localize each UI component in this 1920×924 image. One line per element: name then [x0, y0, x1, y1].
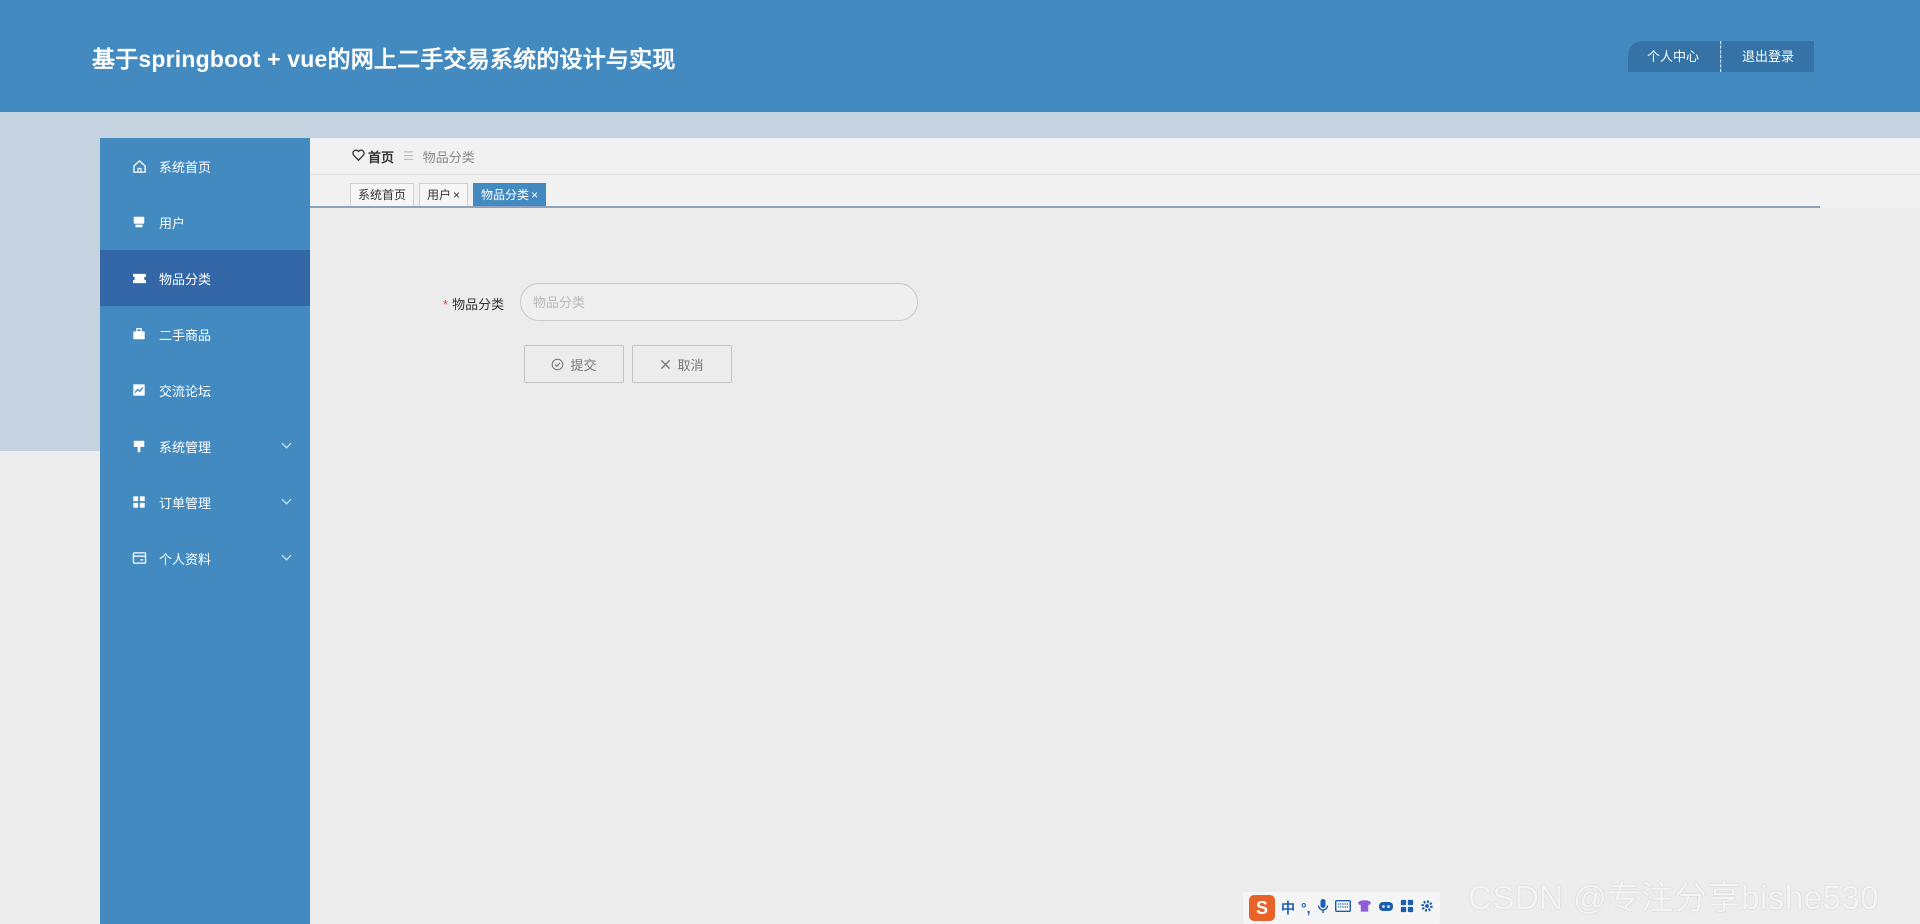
sidebar-item-home[interactable]: 系统首页 — [100, 138, 310, 194]
profile-icon — [131, 550, 147, 566]
chevron-down-icon — [281, 550, 292, 561]
category-label-text: 物品分类 — [452, 297, 505, 312]
submit-button[interactable]: 提交 — [524, 345, 624, 383]
sidebar-item-forum[interactable]: 交流论坛 — [100, 362, 310, 418]
sidebar-item-system[interactable]: 系统管理 — [100, 418, 310, 474]
breadcrumb-home[interactable]: 首页 — [368, 147, 394, 166]
skin-icon[interactable] — [1357, 899, 1372, 918]
breadcrumb: 首页 ☰ 物品分类 — [352, 146, 475, 166]
check-circle-icon — [551, 358, 564, 371]
logout-button[interactable]: 退出登录 — [1722, 41, 1815, 72]
sidebar-item-orders[interactable]: 订单管理 — [100, 474, 310, 530]
main-content: 首页 ☰ 物品分类 系统首页 用户× 物品分类× *物品分类 提交 取消 — [310, 138, 1920, 924]
header-actions: 个人中心 退出登录 — [1628, 41, 1815, 72]
sidebar-item-user[interactable]: 用户 — [100, 194, 310, 250]
ime-mode[interactable]: 中 — [1281, 898, 1295, 918]
close-icon — [660, 359, 671, 370]
chevron-down-icon — [281, 438, 292, 449]
app-title: 基于springboot + vue的网上二手交易系统的设计与实现 — [92, 46, 676, 72]
heart-icon — [352, 149, 365, 164]
sidebar-item-label: 物品分类 — [159, 271, 212, 287]
top-header: 基于springboot + vue的网上二手交易系统的设计与实现 个人中心 退… — [0, 0, 1920, 112]
tab-label: 系统首页 — [358, 188, 407, 202]
tab-home[interactable]: 系统首页 — [350, 183, 415, 206]
tab-bar: 系统首页 用户 × 物品分类 × — [350, 183, 551, 206]
tab-category[interactable]: 物品分类 × — [473, 183, 547, 206]
breadcrumb-current: 物品分类 — [422, 149, 475, 165]
category-icon — [131, 270, 147, 286]
submit-label: 提交 — [570, 357, 597, 373]
category-form: *物品分类 提交 取消 — [310, 208, 1820, 924]
sidebar-item-label: 订单管理 — [159, 495, 212, 511]
grid-icon — [131, 494, 147, 510]
divider — [310, 174, 1920, 175]
personal-center-button[interactable]: 个人中心 — [1628, 41, 1721, 72]
microphone-icon[interactable] — [1317, 898, 1329, 919]
chevron-down-icon — [281, 494, 292, 505]
required-mark: * — [443, 297, 449, 312]
sidebar-item-label: 二手商品 — [159, 327, 212, 343]
tab-user[interactable]: 用户 × — [419, 183, 469, 206]
sidebar-item-label: 交流论坛 — [159, 383, 212, 399]
sidebar-item-label: 用户 — [159, 215, 186, 231]
cancel-label: 取消 — [677, 357, 704, 373]
apps-icon[interactable] — [1400, 899, 1414, 918]
close-icon[interactable]: × — [453, 188, 460, 202]
briefcase-icon — [131, 326, 147, 342]
close-icon[interactable]: × — [531, 188, 538, 202]
csdn-watermark: CSDN @专注分享bishe530 — [1468, 879, 1880, 916]
home-icon — [131, 158, 147, 174]
sidebar-item-category[interactable]: 物品分类 — [100, 250, 310, 306]
system-icon — [131, 438, 147, 454]
sidebar-item-goods[interactable]: 二手商品 — [100, 306, 310, 362]
sidebar-item-profile[interactable]: 个人资料 — [100, 530, 310, 586]
settings-gear-icon[interactable] — [1420, 899, 1434, 918]
robot-icon[interactable] — [1378, 899, 1394, 917]
sidebar-item-label: 个人资料 — [159, 551, 212, 567]
ime-punctuation[interactable]: °, — [1301, 900, 1311, 916]
tab-label: 物品分类 — [481, 188, 530, 202]
ime-toolbar[interactable]: S 中 °, — [1243, 892, 1440, 924]
content-top-bar: 首页 ☰ 物品分类 系统首页 用户 × 物品分类 × — [310, 138, 1920, 208]
breadcrumb-separator: ☰ — [403, 149, 414, 163]
cancel-button[interactable]: 取消 — [632, 345, 732, 383]
sidebar-item-label: 系统管理 — [159, 439, 212, 455]
sogou-logo-icon: S — [1249, 895, 1275, 921]
category-field-label: * 物品分类 — [443, 294, 504, 313]
sidebar: 系统首页 用户 物品分类 二手商品 交流论坛 系统管理 订单管理 个人资料 — [100, 138, 310, 924]
category-input[interactable] — [520, 283, 918, 321]
chart-icon — [131, 382, 147, 398]
tab-label: 用户 — [427, 188, 452, 202]
user-icon — [131, 214, 147, 230]
sidebar-item-label: 系统首页 — [159, 159, 212, 175]
keyboard-icon[interactable] — [1334, 899, 1351, 917]
